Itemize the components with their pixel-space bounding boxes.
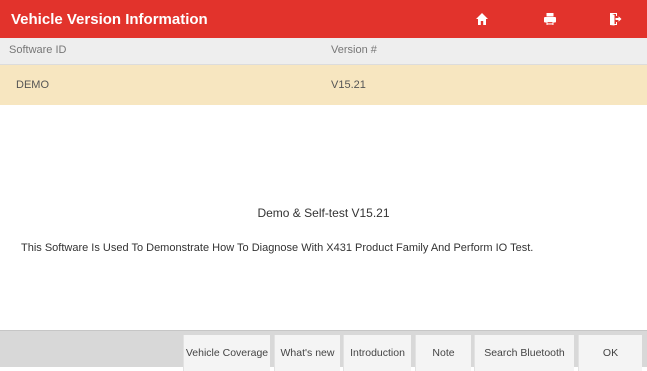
info-panel: Demo & Self-test V15.21 This Software Is… [0,105,647,330]
exit-icon [610,13,622,26]
home-button[interactable] [461,6,503,32]
info-title: Demo & Self-test V15.21 [257,206,390,220]
table-header: Software ID Version # [0,38,647,65]
app-window: Vehicle Version Information Software ID … [0,0,647,371]
home-icon [476,13,488,25]
title-bar: Vehicle Version Information [0,0,647,38]
table-row[interactable]: DEMO V15.21 [0,65,647,105]
column-header-version: Version # [331,44,377,56]
column-header-software-id: Software ID [9,44,67,56]
bottom-toolbar: Vehicle Coverage What's new Introduction… [0,330,647,371]
version-cell: V15.21 [331,79,366,91]
print-icon [544,13,556,25]
info-description: This Software Is Used To Demonstrate How… [21,242,534,254]
software-id-cell: DEMO [16,79,49,91]
print-button[interactable] [529,6,571,32]
exit-button[interactable] [594,6,636,32]
